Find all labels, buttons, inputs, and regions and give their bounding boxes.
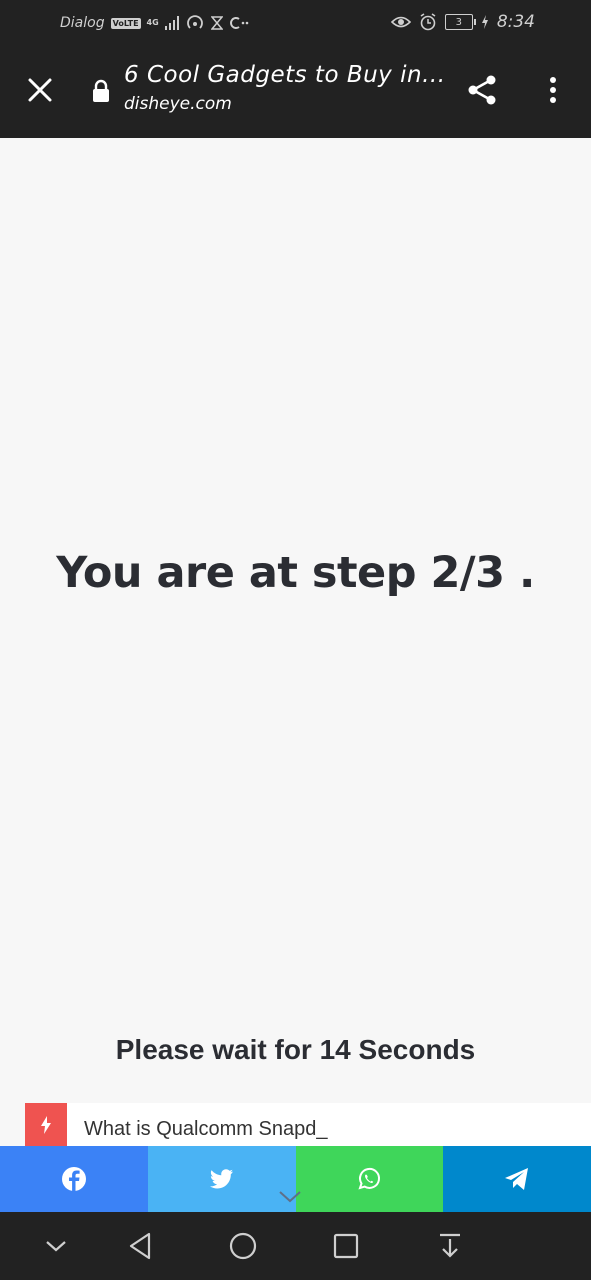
status-bar: Dialog VoLTE 4G 3 8:34 bbox=[0, 0, 591, 44]
status-left: Dialog VoLTE 4G bbox=[60, 12, 249, 34]
hourglass-icon bbox=[210, 16, 223, 30]
recents-icon bbox=[333, 1233, 359, 1259]
nav-notification-button[interactable] bbox=[430, 1226, 470, 1266]
page-title: 6 Cool Gadgets to Buy in... bbox=[124, 62, 446, 88]
signal-icon bbox=[164, 16, 179, 30]
nav-home-button[interactable] bbox=[223, 1226, 263, 1266]
whatsapp-icon bbox=[358, 1167, 381, 1190]
page-url: disheye.com bbox=[124, 94, 232, 114]
close-icon bbox=[28, 78, 52, 102]
status-right: 3 8:34 bbox=[390, 11, 535, 33]
browser-toolbar: 6 Cool Gadgets to Buy in... disheye.com bbox=[0, 44, 591, 138]
share-button[interactable] bbox=[460, 68, 504, 112]
status-time: 8:34 bbox=[496, 12, 535, 32]
share-telegram-button[interactable] bbox=[443, 1146, 591, 1212]
share-whatsapp-button[interactable] bbox=[295, 1146, 444, 1212]
telegram-icon bbox=[505, 1168, 529, 1190]
share-facebook-button[interactable] bbox=[0, 1146, 148, 1212]
title-block[interactable]: 6 Cool Gadgets to Buy in... disheye.com bbox=[124, 62, 446, 114]
alarm-icon bbox=[420, 13, 436, 31]
step-heading: You are at step 2/3 . bbox=[56, 548, 535, 598]
nav-hide-button[interactable] bbox=[36, 1226, 76, 1266]
related-badge bbox=[25, 1103, 67, 1146]
lock-icon bbox=[93, 79, 109, 102]
twitter-icon bbox=[209, 1169, 233, 1189]
battery-icon: 3 bbox=[444, 14, 476, 30]
bolt-icon bbox=[41, 1115, 51, 1134]
share-twitter-button[interactable] bbox=[147, 1146, 296, 1212]
more-options-button[interactable] bbox=[536, 68, 570, 112]
battery-level: 3 bbox=[455, 16, 462, 28]
charging-icon bbox=[481, 15, 488, 29]
notification-pull-icon bbox=[440, 1233, 460, 1258]
home-icon bbox=[229, 1232, 257, 1260]
carrier-name: Dialog bbox=[60, 15, 105, 31]
related-post-bar[interactable]: What is Qualcomm Snapd_ bbox=[25, 1103, 591, 1146]
nav-back-button[interactable] bbox=[120, 1226, 160, 1266]
app-notification-icon bbox=[229, 17, 248, 29]
share-icon bbox=[468, 75, 496, 105]
facebook-icon bbox=[61, 1167, 86, 1191]
chevron-down-icon bbox=[46, 1241, 66, 1252]
eye-comfort-icon bbox=[390, 16, 411, 28]
volte-badge: VoLTE bbox=[110, 17, 141, 29]
network-type: 4G bbox=[146, 18, 159, 27]
close-button[interactable] bbox=[18, 68, 62, 112]
wait-countdown: Please wait for 14 Seconds bbox=[115, 1034, 476, 1065]
related-post-title: What is Qualcomm Snapd_ bbox=[84, 1118, 328, 1140]
hotspot-icon bbox=[186, 15, 203, 29]
back-icon bbox=[129, 1232, 151, 1260]
more-vert-icon bbox=[550, 77, 556, 103]
system-nav-bar bbox=[0, 1212, 591, 1280]
nav-recents-button[interactable] bbox=[326, 1226, 366, 1266]
collapse-chevron-icon[interactable] bbox=[278, 1190, 302, 1204]
